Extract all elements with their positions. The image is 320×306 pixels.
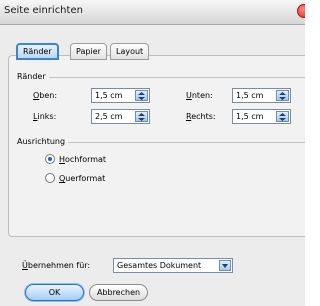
tab-raender[interactable]: Ränder: [16, 43, 59, 60]
page-setup-dialog: Seite einrichten Ränder Papier Layout Rä…: [0, 0, 305, 306]
chevron-down-icon[interactable]: [219, 260, 231, 271]
window-title: Seite einrichten: [4, 5, 83, 16]
top-margin-stepper[interactable]: 1,5 cm: [91, 88, 150, 103]
top-margin-spin-icon[interactable]: [135, 90, 148, 101]
apply-to-label: Übernehmen für:: [22, 261, 91, 270]
portrait-radio[interactable]: [45, 154, 55, 164]
left-margin-label: Links:: [33, 112, 57, 121]
right-margin-spin-icon[interactable]: [276, 111, 289, 122]
ok-button[interactable]: OK: [25, 284, 84, 301]
tab-layout[interactable]: Layout: [110, 43, 150, 60]
orientation-group-label: Ausrichtung: [17, 137, 69, 146]
right-margin-label: Rechts:: [186, 112, 216, 121]
bottom-margin-label: Unten:: [186, 91, 213, 100]
title-bar[interactable]: Seite einrichten: [0, 0, 305, 25]
right-margin-stepper[interactable]: 1,5 cm: [232, 109, 291, 124]
right-margin-value: 1,5 cm: [236, 112, 264, 121]
portrait-label[interactable]: Hochformat: [59, 155, 106, 164]
landscape-radio[interactable]: [45, 173, 55, 183]
bottom-margin-value: 1,5 cm: [236, 91, 264, 100]
apply-to-dropdown[interactable]: Gesamtes Dokument: [113, 258, 233, 273]
top-margin-value: 1,5 cm: [95, 91, 123, 100]
cancel-button[interactable]: Abbrechen: [89, 284, 148, 301]
tab-papier[interactable]: Papier: [70, 43, 107, 60]
top-margin-label: Oben:: [33, 91, 58, 100]
apply-to-value: Gesamtes Dokument: [117, 261, 202, 270]
left-margin-spin-icon[interactable]: [135, 111, 148, 122]
bottom-margin-stepper[interactable]: 1,5 cm: [232, 88, 291, 103]
close-button[interactable]: [297, 4, 305, 18]
margins-group-line: [17, 77, 305, 78]
tab-panel: [8, 55, 305, 237]
bottom-margin-spin-icon[interactable]: [276, 90, 289, 101]
left-margin-value: 2,5 cm: [95, 112, 123, 121]
left-margin-stepper[interactable]: 2,5 cm: [91, 109, 150, 124]
landscape-label[interactable]: Querformat: [59, 174, 105, 183]
radio-selected-dot: [48, 157, 52, 161]
margins-group-label: Ränder: [17, 72, 49, 81]
